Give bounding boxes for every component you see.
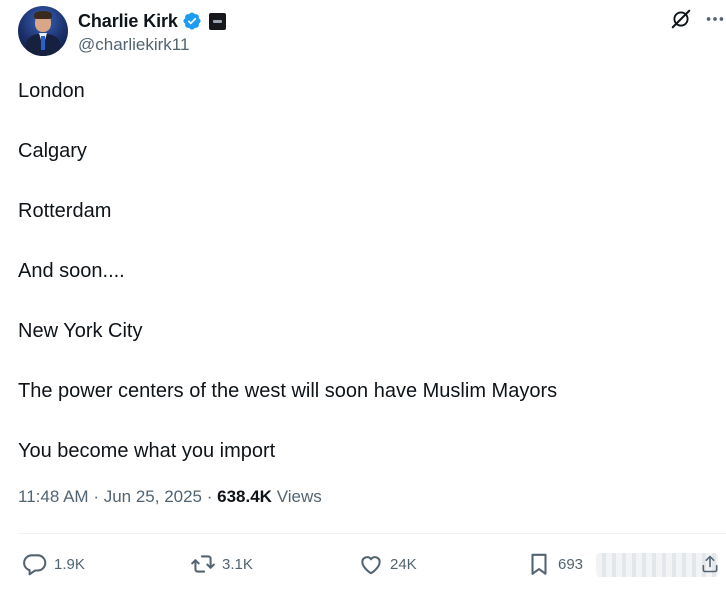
views-label: Views — [276, 487, 322, 506]
heart-icon — [361, 556, 381, 575]
meta-separator: · — [206, 487, 218, 506]
like-button[interactable]: 24K — [358, 546, 417, 582]
tweet-line: Rotterdam — [18, 200, 112, 222]
author-handle[interactable]: @charliekirk11 — [78, 35, 189, 55]
more-icon[interactable] — [704, 8, 726, 30]
like-count: 24K — [390, 555, 417, 573]
tweet-card: Charlie Kirk @charliekirk11 London Calga… — [0, 0, 726, 589]
tweet-date[interactable]: Jun 25, 2025 — [104, 487, 202, 506]
bookmark-button[interactable]: 693 — [526, 546, 583, 582]
repost-count: 3.1K — [222, 555, 253, 573]
affiliate-badge-icon[interactable] — [208, 12, 226, 30]
repost-button[interactable]: 3.1K — [190, 546, 253, 582]
tweet-line: The power centers of the west will soon … — [18, 380, 558, 402]
tweet-line: New York City — [18, 320, 143, 342]
reply-count: 1.9K — [54, 555, 85, 573]
divider — [18, 533, 726, 534]
bookmark-icon — [531, 553, 547, 575]
share-icon[interactable] — [700, 552, 720, 576]
avatar[interactable] — [18, 6, 68, 56]
tweet-header: Charlie Kirk @charliekirk11 — [18, 6, 724, 58]
author-name-row: Charlie Kirk — [78, 9, 226, 33]
tweet-line: You become what you import — [18, 440, 276, 462]
grok-icon[interactable] — [670, 8, 692, 30]
repost-icon — [191, 555, 215, 573]
reply-icon — [23, 554, 47, 576]
meta-separator: · — [93, 487, 104, 506]
tweet-time[interactable]: 11:48 AM — [18, 487, 89, 506]
tweet-line: And soon.... — [18, 260, 125, 282]
author-display-name[interactable]: Charlie Kirk — [78, 11, 178, 32]
reply-button[interactable]: 1.9K — [22, 546, 85, 582]
verified-badge-icon — [183, 12, 201, 30]
views-count: 638.4K — [217, 487, 272, 506]
bookmark-count: 693 — [558, 555, 584, 573]
tweet-line: Calgary — [18, 140, 87, 162]
tweet-line: London — [18, 80, 85, 102]
tweet-metadata: 11:48 AM · Jun 25, 2025 · 638.4K Views — [18, 487, 322, 507]
